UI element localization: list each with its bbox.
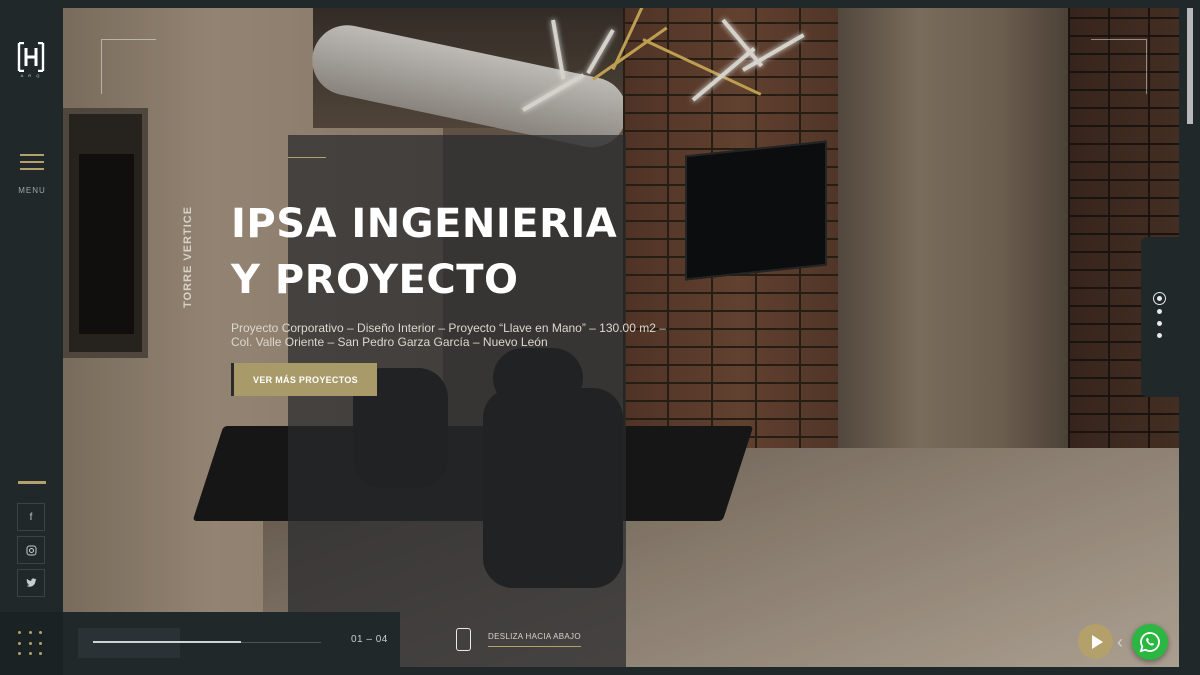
slide-pagination <box>1141 237 1183 397</box>
brand-logo-sub: A R Q <box>20 73 42 78</box>
chevron-left-icon[interactable]: ‹ <box>1117 632 1123 653</box>
scrollbar-thumb[interactable] <box>1187 8 1193 124</box>
hero-description: Proyecto Corporativo – Diseño Interior –… <box>231 321 666 349</box>
hero-title-line2: Y PROYECTO <box>231 257 519 303</box>
scroll-hint[interactable]: DESLIZA HACIA ABAJO <box>456 628 581 651</box>
scroll-hint-text: DESLIZA HACIA ABAJO <box>488 632 581 647</box>
menu-label[interactable]: MENU <box>14 186 50 195</box>
facebook-icon[interactable]: f <box>17 503 45 531</box>
pagination-dot-active[interactable] <box>1153 292 1166 305</box>
brand-logo-icon[interactable] <box>17 42 45 72</box>
panel-accent-line <box>288 157 326 158</box>
whatsapp-icon[interactable] <box>1132 624 1168 660</box>
instagram-icon[interactable] <box>17 536 45 564</box>
hero-title: IPSA INGENIERIA Y PROYECTO <box>231 196 651 308</box>
slide-counter: 01 – 04 <box>351 634 388 645</box>
slider-bar: 01 – 04 <box>63 612 400 667</box>
corner-frame-top-right <box>1091 39 1147 94</box>
slider-progress-fill <box>93 641 241 643</box>
hero-title-line1: IPSA INGENIERIA <box>231 201 618 247</box>
phone-icon <box>456 628 471 651</box>
pagination-dot[interactable] <box>1157 333 1162 338</box>
view-more-projects-button[interactable]: VER MÁS PROYECTOS <box>231 363 377 396</box>
sidebar: A R Q MENU f <box>0 0 63 675</box>
progress-box <box>78 628 180 658</box>
play-icon[interactable] <box>1078 624 1113 659</box>
project-location-label: TORRE VERTICE <box>182 205 194 308</box>
page: TORRE VERTICE IPSA INGENIERIA Y PROYECTO… <box>0 0 1200 675</box>
pagination-dot[interactable] <box>1157 321 1162 326</box>
grid-menu-icon[interactable] <box>18 631 46 659</box>
menu-hamburger-icon[interactable] <box>20 154 44 174</box>
hero-image: TORRE VERTICE IPSA INGENIERIA Y PROYECTO… <box>63 8 1179 667</box>
social-links: f <box>0 484 63 614</box>
twitter-icon[interactable] <box>17 569 45 597</box>
corner-frame-top-left <box>101 39 156 94</box>
pagination-dot[interactable] <box>1157 309 1162 314</box>
